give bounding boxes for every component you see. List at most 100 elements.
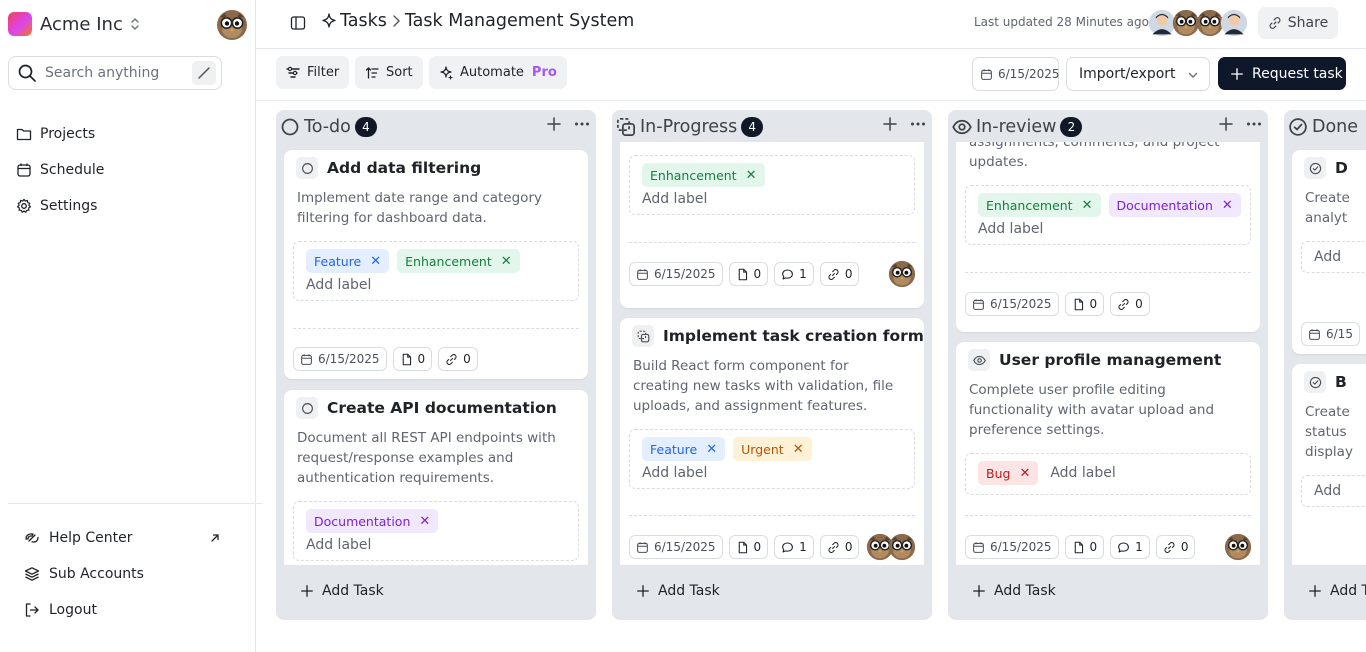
external-link-icon [207, 530, 223, 546]
sidebar-toggle-icon[interactable] [290, 15, 306, 31]
due-date[interactable]: 6/15/2025 [293, 347, 387, 371]
due-date[interactable]: 6/15/2025 [629, 262, 723, 286]
add-label-input[interactable]: Add label [642, 465, 906, 481]
sidebar-item-logout[interactable]: Logout [8, 592, 262, 628]
folder-icon [16, 126, 32, 142]
file-icon [400, 353, 413, 366]
pro-badge: Pro [531, 65, 557, 80]
attachments-count[interactable]: 0 [392, 347, 433, 371]
task-description: Document all REST API endpoints with req… [297, 430, 556, 486]
task-card[interactable]: assignments, comments, and project updat… [956, 142, 1260, 332]
task-card[interactable]: Implement task creation form Build React… [620, 318, 924, 565]
assignee-avatars[interactable] [1224, 533, 1252, 561]
due-date[interactable]: 6/15/2025 [965, 292, 1059, 316]
sidebar-item-label: Projects [40, 126, 96, 142]
add-task-button[interactable]: Add Task [1308, 583, 1366, 599]
attachments-count[interactable]: 0 [1064, 535, 1105, 559]
check-circle-icon [1288, 117, 1308, 137]
remove-label-icon[interactable]: ✕ [1019, 466, 1030, 481]
add-label-input[interactable]: Add label [978, 221, 1242, 237]
collaborator-avatars[interactable] [1148, 9, 1248, 37]
request-task-button[interactable]: Request task [1218, 57, 1346, 90]
plus-icon [636, 584, 650, 598]
comments-count[interactable]: 1 [1110, 535, 1150, 559]
org-switcher[interactable]: Acme Inc [8, 9, 248, 39]
card-divider [965, 515, 1251, 516]
remove-label-icon[interactable]: ✕ [1222, 198, 1233, 213]
attachments-count[interactable]: 0 [728, 535, 769, 559]
kanban-board: To-do 4 Add data filtering Implement dat… [256, 102, 1366, 652]
filter-button[interactable]: Filter [276, 56, 350, 89]
add-task-button[interactable]: Add Task [300, 583, 384, 599]
task-card[interactable]: Enhancement ✕ Add label 6/15/2025 0 1 0 [620, 142, 924, 308]
assignee-avatars[interactable] [866, 533, 916, 561]
file-icon [1072, 541, 1085, 554]
sidebar-item-help-center[interactable]: Help Center [8, 520, 262, 556]
column-count-badge: 2 [1060, 117, 1083, 137]
user-avatar[interactable] [216, 9, 248, 41]
due-date[interactable]: 6/15/2025 [965, 535, 1059, 559]
card-meta: 6/15/2025 0 1 0 [629, 262, 860, 286]
search-box[interactable] [8, 56, 222, 90]
sidebar-item-sub-accounts[interactable]: Sub Accounts [8, 556, 262, 592]
file-icon [736, 268, 749, 281]
sidebar-item-projects[interactable]: Projects [8, 116, 248, 152]
more-options-icon[interactable] [1246, 116, 1262, 132]
add-label-input[interactable]: Add [1314, 483, 1366, 499]
assignee-avatars[interactable] [888, 260, 916, 288]
remove-label-icon[interactable]: ✕ [370, 254, 381, 269]
sort-button[interactable]: Sort [355, 56, 423, 89]
add-label-input[interactable]: Add label [306, 277, 570, 293]
task-card[interactable]: Create API documentation Document all RE… [284, 390, 588, 565]
add-label-input[interactable]: Add label [642, 191, 906, 207]
comments-count[interactable]: 1 [774, 535, 814, 559]
add-card-icon[interactable] [1218, 116, 1234, 132]
search-input[interactable] [45, 65, 185, 81]
import-export-select[interactable]: Import/export [1066, 57, 1210, 91]
comments-count[interactable]: 1 [774, 262, 814, 286]
remove-label-icon[interactable]: ✕ [501, 254, 512, 269]
links-count[interactable]: 0 [1110, 292, 1150, 316]
add-label-input[interactable]: Add [1314, 249, 1366, 265]
links-count[interactable]: 0 [1155, 535, 1196, 559]
share-button[interactable]: Share [1258, 7, 1338, 39]
filter-icon [286, 66, 300, 80]
card-divider [629, 242, 915, 243]
remove-label-icon[interactable]: ✕ [793, 442, 804, 457]
links-count[interactable]: 0 [819, 535, 860, 559]
column-title: In-Progress [640, 117, 738, 137]
date-picker[interactable]: 6/15/2025 [972, 57, 1060, 91]
breadcrumb-tasks[interactable]: Tasks [340, 11, 387, 31]
label-chip: Enhancement ✕ [397, 249, 520, 273]
remove-label-icon[interactable]: ✕ [1082, 198, 1093, 213]
remove-label-icon[interactable]: ✕ [706, 442, 717, 457]
task-card[interactable]: D Create analyt Add 6/15 [1292, 150, 1366, 354]
add-task-button[interactable]: Add Task [972, 583, 1056, 599]
attachments-count[interactable]: 0 [728, 262, 769, 286]
due-date[interactable]: 6/15/2025 [629, 535, 723, 559]
more-options-icon[interactable] [574, 116, 590, 132]
column-body: assignments, comments, and project updat… [956, 142, 1260, 565]
task-card[interactable]: User profile management Complete user pr… [956, 342, 1260, 565]
more-options-icon[interactable] [910, 116, 926, 132]
automate-button[interactable]: Automate Pro [429, 56, 567, 89]
comment-icon [781, 541, 794, 554]
task-card[interactable]: B Create status display Add [1292, 364, 1366, 565]
task-card[interactable]: Add data filtering Implement date range … [284, 150, 588, 379]
comment-icon [781, 268, 794, 281]
page-header: Tasks Task Management System Last update… [256, 0, 1366, 47]
add-card-icon[interactable] [882, 116, 898, 132]
due-date[interactable]: 6/15 [1301, 322, 1360, 346]
sidebar-item-settings[interactable]: Settings [8, 188, 248, 224]
remove-label-icon[interactable]: ✕ [746, 168, 757, 183]
add-task-button[interactable]: Add Task [636, 583, 720, 599]
add-card-icon[interactable] [546, 116, 562, 132]
add-label-input[interactable]: Add label [306, 537, 570, 553]
calendar-icon [16, 162, 32, 178]
sidebar-item-schedule[interactable]: Schedule [8, 152, 248, 188]
add-label-input[interactable]: Add label [1050, 465, 1115, 481]
links-count[interactable]: 0 [438, 347, 478, 371]
links-count[interactable]: 0 [819, 262, 860, 286]
remove-label-icon[interactable]: ✕ [419, 514, 430, 529]
attachments-count[interactable]: 0 [1064, 292, 1105, 316]
